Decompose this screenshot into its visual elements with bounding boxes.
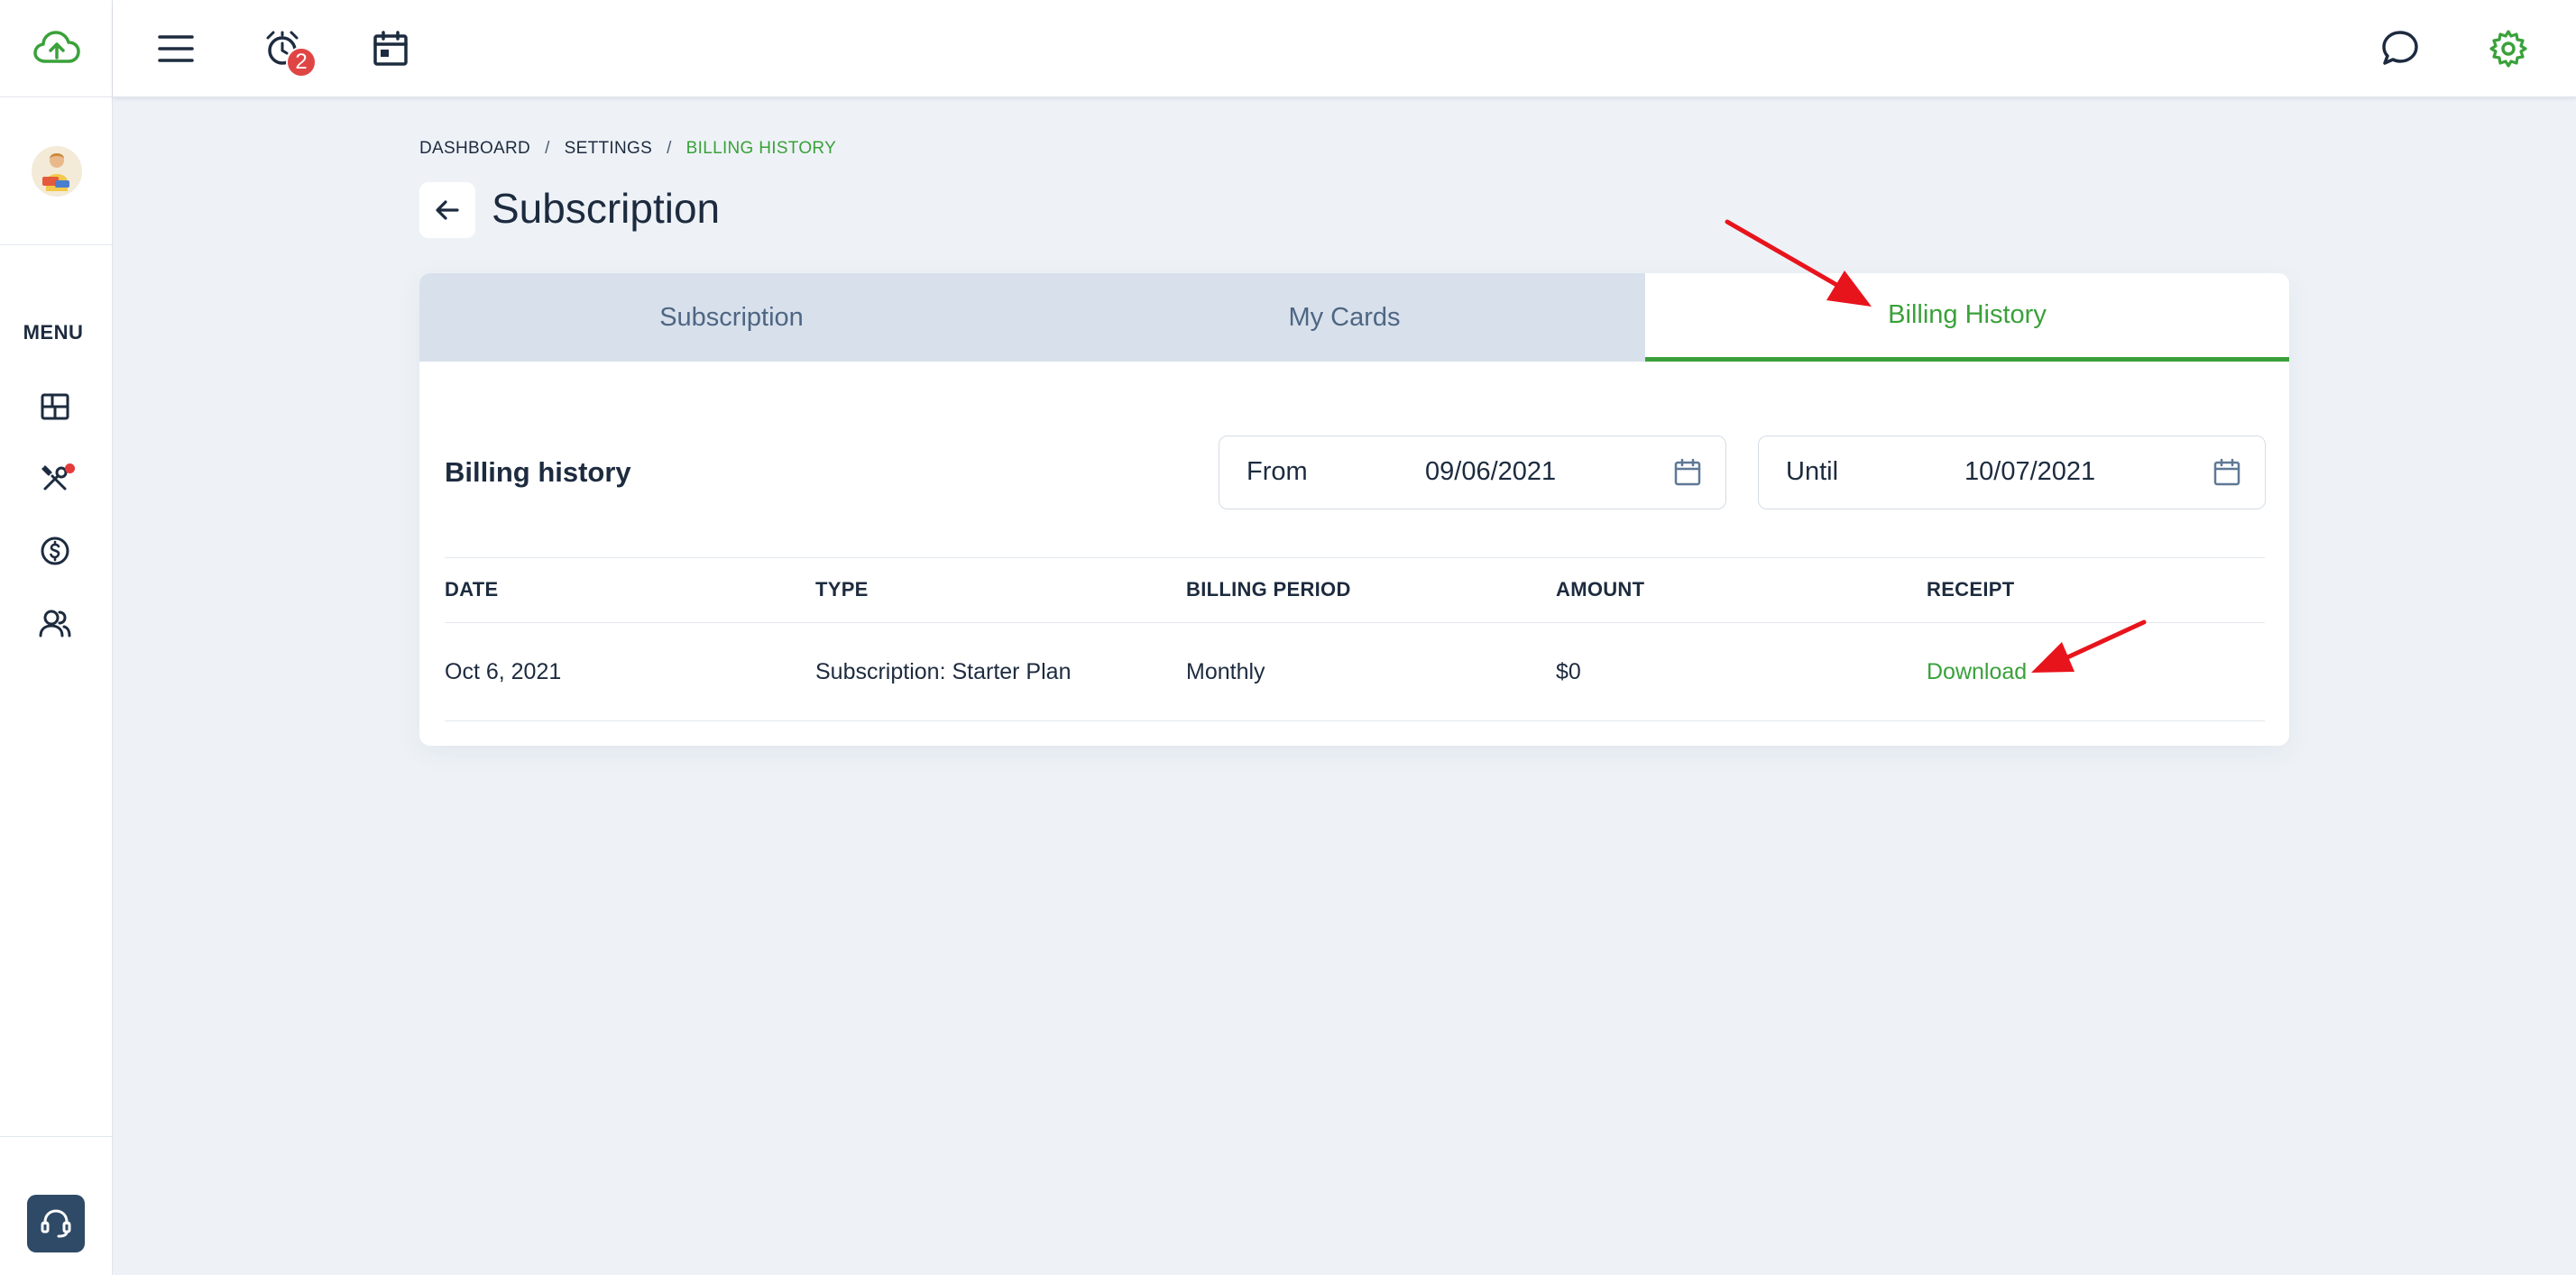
notification-badge: 2 xyxy=(286,47,317,78)
dollar-icon xyxy=(41,537,69,565)
from-label: From xyxy=(1247,457,1308,486)
column-header-receipt: RECEIPT xyxy=(1927,578,2015,601)
from-date-picker[interactable]: From 09/06/2021 xyxy=(1219,436,1726,509)
row-date: Oct 6, 2021 xyxy=(445,659,562,684)
table-divider xyxy=(445,557,2265,558)
from-calendar-button[interactable] xyxy=(1670,454,1706,491)
tab-billing-history[interactable]: Billing History xyxy=(1645,273,2289,362)
tab-my-cards[interactable]: My Cards xyxy=(1044,273,1645,362)
until-calendar-button[interactable] xyxy=(2209,454,2245,491)
until-label: Until xyxy=(1786,457,1839,486)
arrow-left-icon xyxy=(436,200,459,220)
page-title: Subscription xyxy=(492,185,721,232)
support-headset-icon xyxy=(41,1209,71,1238)
tab-subscription[interactable]: Subscription xyxy=(419,273,1044,362)
sidebar-item-tools[interactable] xyxy=(32,456,78,501)
tab-bar: Subscription My Cards Billing History xyxy=(419,273,2289,362)
row-amount: $0 xyxy=(1556,659,1581,684)
sidebar-item-dashboard[interactable] xyxy=(32,384,78,429)
sidebar-divider xyxy=(0,1136,113,1137)
column-header-type: TYPE xyxy=(815,578,869,601)
from-date-value[interactable]: 09/06/2021 xyxy=(1425,457,1556,487)
breadcrumb-billing-history: BILLING HISTORY xyxy=(685,139,837,158)
billing-history-heading: Billing history xyxy=(445,456,631,488)
gear-icon xyxy=(2489,30,2527,68)
logo[interactable] xyxy=(0,0,113,97)
top-bar: 2 xyxy=(113,0,2576,97)
calendar-button[interactable] xyxy=(365,23,416,74)
cloud-upload-icon xyxy=(32,30,80,63)
avatar[interactable] xyxy=(31,145,82,197)
dashboard-icon xyxy=(41,393,69,420)
hamburger-icon xyxy=(158,35,194,62)
chat-bubble-icon xyxy=(2382,31,2418,65)
sidebar: MENU xyxy=(0,0,113,1275)
sidebar-item-billing[interactable] xyxy=(32,528,78,573)
row-type: Subscription: Starter Plan xyxy=(815,659,1072,684)
row-billing-period: Monthly xyxy=(1186,659,1265,684)
breadcrumb-dashboard[interactable]: DASHBOARD xyxy=(419,139,530,159)
hamburger-menu-button[interactable] xyxy=(151,23,201,74)
menu-label: MENU xyxy=(23,321,84,344)
table-header-divider xyxy=(445,622,2265,623)
until-date-picker[interactable]: Until 10/07/2021 xyxy=(1758,436,2266,509)
breadcrumb-settings[interactable]: SETTINGS xyxy=(565,139,652,159)
calendar-icon xyxy=(373,31,408,66)
breadcrumb: DASHBOARD / SETTINGS / BILLING HISTORY xyxy=(419,139,836,159)
download-receipt-link[interactable]: Download xyxy=(1927,659,2027,685)
tools-notification-dot xyxy=(65,463,75,473)
settings-button[interactable] xyxy=(2483,23,2534,74)
support-button[interactable] xyxy=(27,1195,85,1252)
alarm-notifications-button[interactable]: 2 xyxy=(259,23,317,78)
table-row-divider xyxy=(445,720,2265,721)
subscription-card: Subscription My Cards Billing History Bi… xyxy=(419,273,2289,746)
calendar-icon xyxy=(2213,458,2240,486)
calendar-icon xyxy=(1674,458,1701,486)
breadcrumb-separator: / xyxy=(667,139,672,158)
avatar-illustration-icon xyxy=(41,152,69,191)
until-date-value[interactable]: 10/07/2021 xyxy=(1964,457,2095,487)
breadcrumb-separator: / xyxy=(545,139,550,158)
column-header-billing-period: BILLING PERIOD xyxy=(1186,578,1351,601)
column-header-date: DATE xyxy=(445,578,499,601)
sidebar-item-users[interactable] xyxy=(32,601,78,646)
users-icon xyxy=(39,610,71,638)
chat-button[interactable] xyxy=(2375,23,2425,74)
back-button[interactable] xyxy=(419,182,475,238)
column-header-amount: AMOUNT xyxy=(1556,578,1645,601)
user-avatar-section[interactable] xyxy=(0,97,113,245)
